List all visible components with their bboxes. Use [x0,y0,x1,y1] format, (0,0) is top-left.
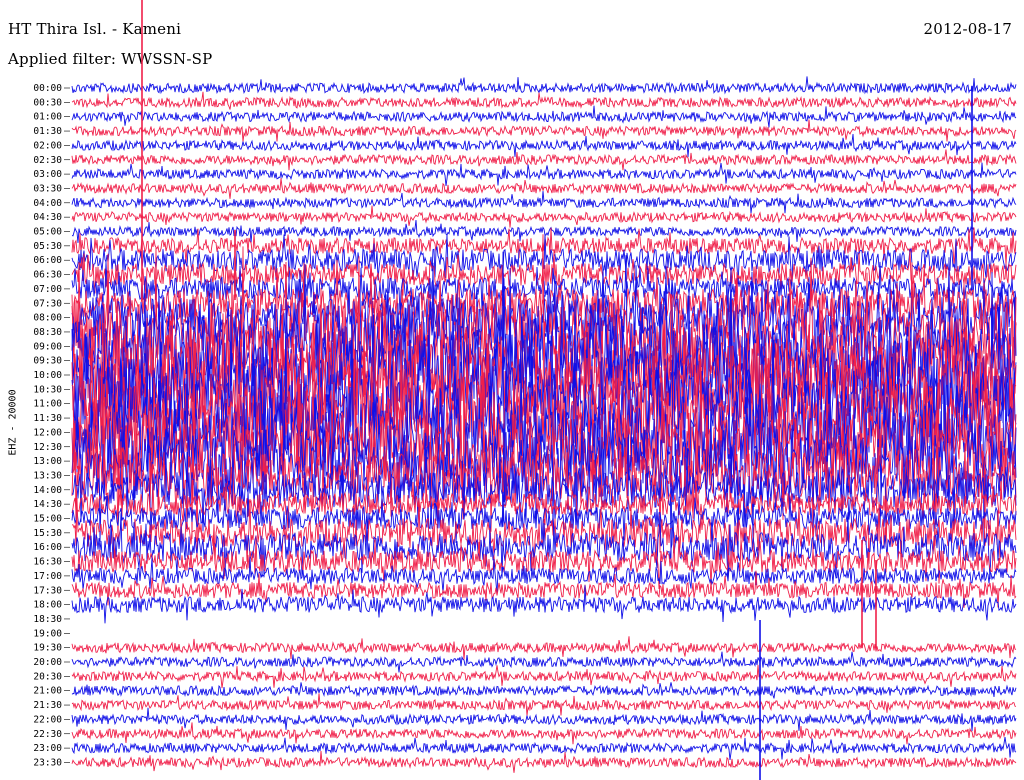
row-label: 00:30 [33,97,62,108]
trace-row-2330 [71,750,1017,773]
row-label: 23:30 [33,757,62,768]
trace-row-2130 [71,693,1017,716]
trace-row-2200 [71,707,1017,732]
trace-row-0330 [71,178,1017,199]
row-label: 15:30 [33,528,62,539]
row-label: 19:30 [33,643,62,654]
row-label: 04:30 [33,212,62,223]
row-label: 13:00 [33,456,62,467]
helicorder-plot: 00:00 00:30 01:00 01:30 02:00 02:30 03:00 03:30… [33,0,1017,780]
trace-row-0100 [71,105,1017,128]
trace-row-0500 [71,220,1017,244]
row-label: 01:30 [33,126,62,137]
row-label: 09:00 [33,341,62,352]
row-label: 21:30 [33,700,62,711]
row-label: 04:00 [33,198,62,209]
trace-row-0400 [71,191,1017,214]
row-label: 23:00 [33,743,62,754]
row-label: 13:30 [33,470,62,481]
row-label: 21:00 [33,686,62,697]
row-label: 19:00 [33,628,62,639]
trace-row-2230 [71,722,1017,745]
row-label: 20:30 [33,671,62,682]
trace-row-2030 [71,664,1017,689]
row-label: 20:00 [33,657,62,668]
row-label: 06:30 [33,270,62,281]
row-label: 18:00 [33,600,62,611]
row-label: 00:00 [33,83,62,94]
row-label: 17:30 [33,585,62,596]
row-label: 18:30 [33,614,62,625]
row-label: 03:30 [33,183,62,194]
trace-row-2000 [71,651,1017,673]
row-label: 11:00 [33,399,62,410]
row-label: 05:00 [33,227,62,238]
row-label: 11:30 [33,413,62,424]
trace-row-0300 [71,162,1017,186]
row-label: 17:00 [33,571,62,582]
row-label: 22:30 [33,729,62,740]
row-label: 12:00 [33,427,62,438]
trace-row-0230 [71,149,1017,171]
row-label: 07:30 [33,298,62,309]
row-label: 07:00 [33,284,62,295]
trace-row-0030 [71,91,1017,110]
row-label: 05:30 [33,241,62,252]
row-label: 08:30 [33,327,62,338]
row-label: 01:00 [33,112,62,123]
trace-row-0200 [71,133,1017,158]
trace-row-2100 [71,682,1017,699]
row-label: 03:00 [33,169,62,180]
row-label: 08:00 [33,313,62,324]
row-label: 02:00 [33,140,62,151]
trace-row-0130 [71,119,1017,142]
row-labels: 00:00 00:30 01:00 01:30 02:00 02:30 03:00 03:30… [33,83,70,768]
trace-row-2300 [71,737,1017,760]
row-label: 16:30 [33,557,62,568]
row-label: 14:00 [33,485,62,496]
traces [71,0,1017,780]
row-label: 06:00 [33,255,62,266]
row-label: 10:00 [33,370,62,381]
row-label: 09:30 [33,356,62,367]
row-label: 15:00 [33,514,62,525]
row-label: 16:00 [33,542,62,553]
row-label: 22:00 [33,714,62,725]
row-label: 02:30 [33,155,62,166]
trace-row-0430 [71,205,1017,228]
trace-row-1930 [71,636,1017,660]
row-label: 12:30 [33,442,62,453]
row-label: 14:30 [33,499,62,510]
trace-row-0000 [71,76,1017,95]
row-label: 10:30 [33,384,62,395]
